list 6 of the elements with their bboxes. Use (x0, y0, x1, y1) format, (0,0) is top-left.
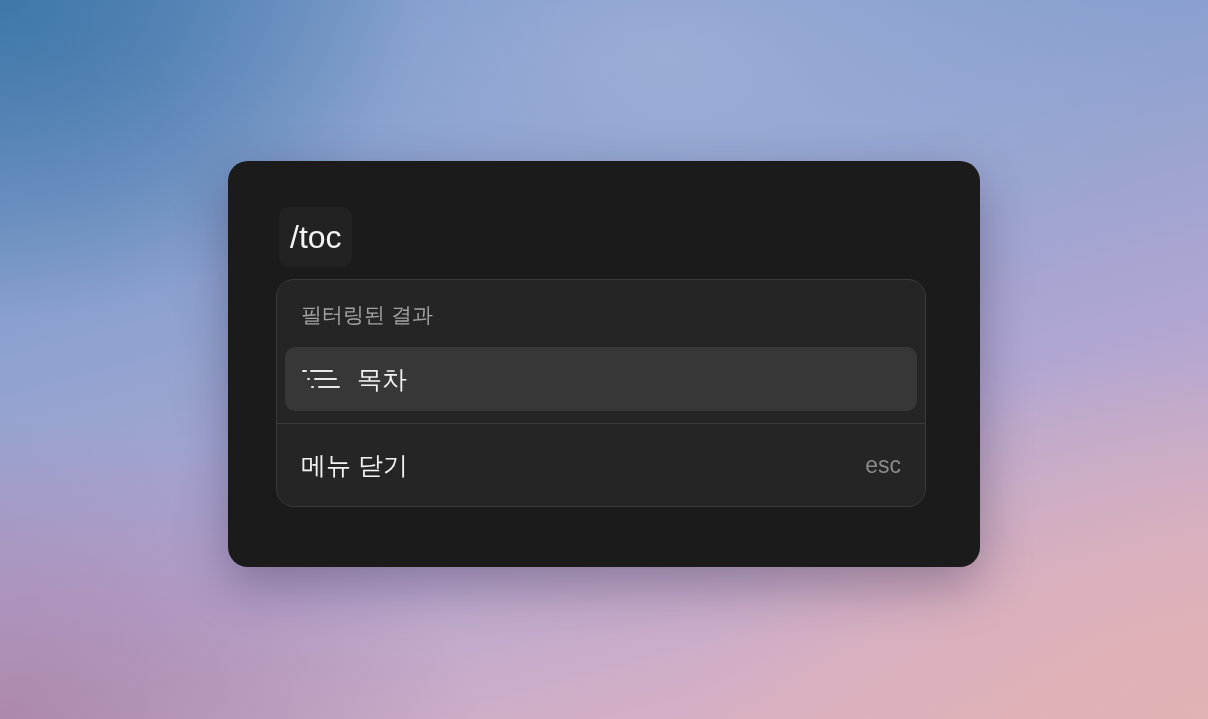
list-icon (302, 369, 340, 389)
section-title: 필터링된 결과 (301, 302, 433, 328)
menu-item[interactable]: 목차 (285, 347, 917, 411)
slash-command: /toc (279, 207, 352, 267)
close-menu-item[interactable]: 메뉴 닫기 esc (277, 423, 925, 506)
shortcut-hint: esc (865, 451, 901, 479)
